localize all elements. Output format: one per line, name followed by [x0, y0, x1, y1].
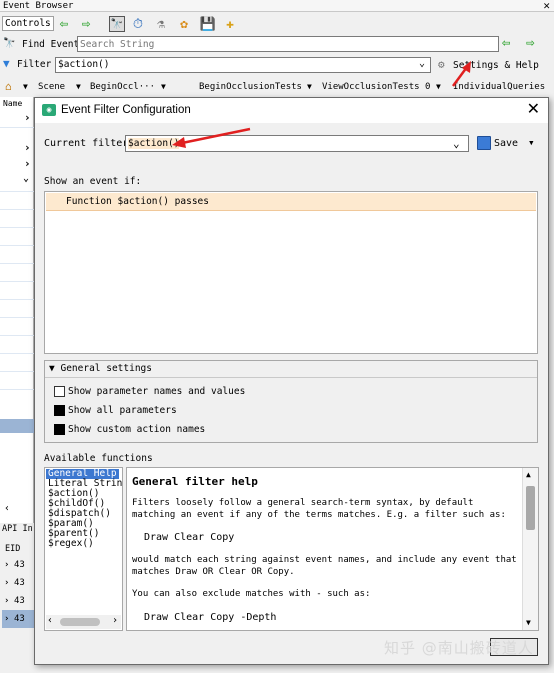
find-prev-icon[interactable]: ⇦ — [502, 35, 510, 51]
save-disk-icon[interactable] — [477, 136, 491, 150]
pipeline-icon[interactable]: ⚗ — [153, 16, 169, 32]
api-row[interactable]: › 43 — [2, 592, 34, 610]
scrollbar-thumb[interactable] — [526, 486, 535, 530]
watermark: 知乎 @南山搬砖道人 — [384, 639, 534, 657]
bug-icon[interactable]: ✿ — [176, 16, 192, 32]
filter-dropdown-icon[interactable]: ⌄ — [419, 58, 425, 69]
app-icon: ◉ — [42, 104, 56, 116]
annotation-arrow — [172, 127, 251, 148]
condition-row[interactable]: Function $action() passes — [46, 193, 536, 211]
filter-label: Filter — [17, 59, 52, 70]
find-icon: 🔭 — [3, 38, 16, 49]
api-row[interactable]: › 43 — [2, 556, 34, 574]
option-show-param-names[interactable]: Show parameter names and values — [54, 386, 245, 397]
available-functions-label: Available functions — [44, 453, 153, 464]
scrollbar-thumb[interactable] — [60, 618, 100, 626]
collapse-chevron-icon[interactable]: ⌄ — [23, 173, 29, 184]
breadcrumb-scene[interactable]: Scene — [38, 82, 65, 92]
settings-gear-icon[interactable]: ⚙ — [438, 58, 445, 71]
help-title: General filter help — [132, 475, 258, 488]
scroll-left-icon[interactable]: ‹ — [47, 615, 53, 626]
puzzle-icon[interactable]: ✚ — [222, 16, 238, 32]
function-list-hscrollbar[interactable]: ‹ › — [46, 615, 121, 629]
selected-tree-row[interactable] — [0, 419, 34, 433]
help-panel: General filter help Filters loosely foll… — [126, 467, 539, 631]
option-label: Show all parameters — [68, 405, 177, 416]
forward-arrow-icon[interactable]: ⇨ — [78, 16, 94, 32]
expand-chevron-icon[interactable]: › — [24, 111, 31, 124]
filter-history-dropdown-icon[interactable]: ⌄ — [453, 137, 460, 150]
api-inspector-label: API In — [2, 524, 33, 534]
home-icon[interactable]: ⌂ — [5, 80, 12, 93]
save-dropdown-icon[interactable]: ▾ — [528, 136, 535, 149]
help-paragraph: Filters loosely follow a general search-… — [132, 498, 506, 520]
show-event-if-label: Show an event if: — [44, 176, 142, 187]
scroll-right-icon[interactable]: › — [112, 615, 118, 626]
option-label: Show custom action names — [68, 424, 206, 435]
find-event-row: 🔭 Find Event ⇦ ⇨ — [0, 35, 554, 54]
save-disk-icon[interactable]: 💾 — [200, 16, 216, 32]
dialog-titlebar: ◉ Event Filter Configuration ✕ — [35, 98, 548, 123]
breadcrumb-beginocclusiontests[interactable]: BeginOcclusionTests — [199, 82, 302, 92]
breadcrumb-beginoccl[interactable]: BeginOccl··· — [90, 82, 155, 92]
function-item[interactable]: $regex() — [48, 539, 94, 549]
controls-tab[interactable]: Controls — [2, 16, 54, 31]
back-arrow-icon[interactable]: ⇦ — [56, 16, 72, 32]
find-label: Find Event — [22, 39, 80, 50]
help-code-example: Draw Clear Copy — [144, 532, 235, 543]
expand-chevron-icon[interactable]: › — [24, 157, 31, 170]
checkbox[interactable] — [54, 424, 65, 435]
timeline-icon[interactable]: ⏱ — [130, 16, 146, 32]
general-settings-title: General settings — [60, 363, 152, 374]
general-settings-group: ▼ General settings Show parameter names … — [44, 360, 538, 443]
help-paragraph: would match each string against event na… — [132, 555, 517, 577]
api-row[interactable]: › 43 — [2, 610, 34, 628]
eid-column-header: EID — [5, 544, 21, 554]
breadcrumb-dropdown-icon[interactable]: ▼ — [161, 82, 166, 91]
help-code-example: Draw Clear Copy -Depth — [144, 612, 277, 623]
collapse-triangle-icon: ▼ — [49, 363, 55, 374]
current-filter-label: Current filter: — [44, 138, 135, 149]
api-inspector-panel: API In EID › 43 › 43 › 43 › 43 — [0, 523, 34, 658]
api-row[interactable]: › 43 — [2, 574, 34, 592]
help-paragraph: You can also exclude matches with - such… — [132, 589, 371, 599]
breadcrumb-dropdown-icon[interactable]: ▼ — [76, 82, 81, 91]
function-list: General Help Literal String $action() $c… — [44, 467, 123, 631]
help-vscrollbar[interactable]: ▲ ▼ — [522, 468, 538, 630]
event-filter-dialog: ◉ Event Filter Configuration ✕ Current f… — [34, 97, 549, 665]
checkbox[interactable] — [54, 405, 65, 416]
event-browser-close-icon[interactable]: ✕ — [543, 0, 550, 12]
filter-input[interactable]: $action() — [55, 57, 431, 73]
scroll-up-icon[interactable]: ▲ — [526, 470, 531, 479]
general-settings-header[interactable]: ▼ General settings — [45, 361, 537, 378]
filter-funnel-icon: ▼ — [3, 57, 10, 70]
binoculars-icon[interactable]: 🔭 — [109, 16, 125, 32]
scroll-left-icon[interactable]: ‹ — [4, 503, 10, 514]
dialog-title: Event Filter Configuration — [61, 104, 191, 116]
find-next-icon[interactable]: ⇨ — [526, 35, 534, 51]
filter-condition-list: Function $action() passes — [44, 191, 538, 354]
dialog-close-icon[interactable]: ✕ — [527, 101, 540, 119]
breadcrumb-dropdown-icon[interactable]: ▼ — [436, 82, 441, 91]
scroll-down-icon[interactable]: ▼ — [526, 618, 531, 627]
name-column-header: Name — [3, 99, 23, 108]
event-browser-toolbar: Controls ⇦ ⇨ 🔭 ⏱ ⚗ ✿ 💾 ✚ — [0, 13, 554, 35]
option-label: Show parameter names and values — [68, 386, 246, 397]
save-button[interactable]: Save — [494, 138, 518, 149]
breadcrumb-dropdown-icon[interactable]: ▼ — [307, 82, 312, 91]
expand-chevron-icon[interactable]: › — [24, 141, 31, 154]
event-browser-title: Event Browser — [3, 1, 74, 11]
checkbox[interactable] — [54, 386, 65, 397]
breadcrumb-viewocclusiontests[interactable]: ViewOcclusionTests 0 — [322, 82, 430, 92]
annotation-arrow — [451, 61, 471, 87]
find-search-input[interactable] — [77, 36, 499, 52]
option-show-all-params[interactable]: Show all parameters — [54, 405, 177, 416]
option-show-custom-action-names[interactable]: Show custom action names — [54, 424, 205, 435]
home-dropdown-icon[interactable]: ▼ — [23, 82, 28, 91]
event-browser-titlebar: Event Browser — [0, 0, 554, 12]
